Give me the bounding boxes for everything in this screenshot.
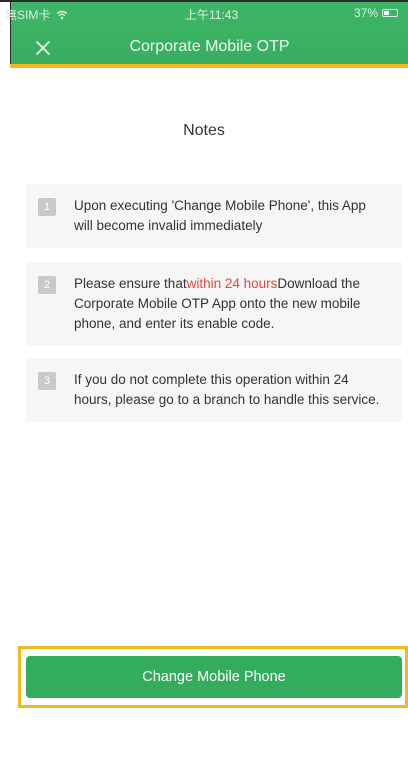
- page-title: Corporate Mobile OTP: [129, 38, 290, 55]
- note-text: Upon executing 'Change Mobile Phone', th…: [74, 198, 366, 233]
- note-item-3: 3 If you do not complete this operation …: [26, 358, 402, 422]
- note-text-prefix: Please ensure that: [74, 276, 187, 291]
- status-right: 37%: [354, 6, 398, 20]
- wifi-icon: [56, 10, 68, 19]
- note-number-badge: 1: [38, 198, 56, 216]
- change-mobile-phone-button[interactable]: Change Mobile Phone: [26, 656, 402, 698]
- note-text-highlight: within 24 hours: [186, 276, 278, 291]
- app-header: 無SIM卡 上午11:43 37% Corporate Mobile OTP: [5, 2, 408, 68]
- note-number-badge: 2: [38, 276, 56, 294]
- note-text: Please ensure thatwithin 24 hoursDownloa…: [74, 274, 384, 334]
- note-item-2: 2 Please ensure thatwithin 24 hoursDownl…: [26, 262, 402, 346]
- notes-title: Notes: [183, 122, 225, 139]
- note-item-1: 1 Upon executing 'Change Mobile Phone', …: [26, 184, 402, 248]
- note-number-badge: 3: [38, 372, 56, 390]
- status-left: 無SIM卡: [5, 6, 68, 23]
- status-time: 上午11:43: [185, 8, 239, 22]
- battery-percent: 37%: [353, 6, 378, 20]
- status-bar: 無SIM卡 上午11:43 37%: [5, 2, 408, 26]
- nav-bar: Corporate Mobile OTP: [11, 30, 408, 66]
- note-text: If you do not complete this operation wi…: [74, 372, 380, 407]
- carrier-label: 無SIM卡: [5, 8, 51, 22]
- battery-icon: [382, 9, 398, 17]
- header-focus-underline: [10, 64, 408, 68]
